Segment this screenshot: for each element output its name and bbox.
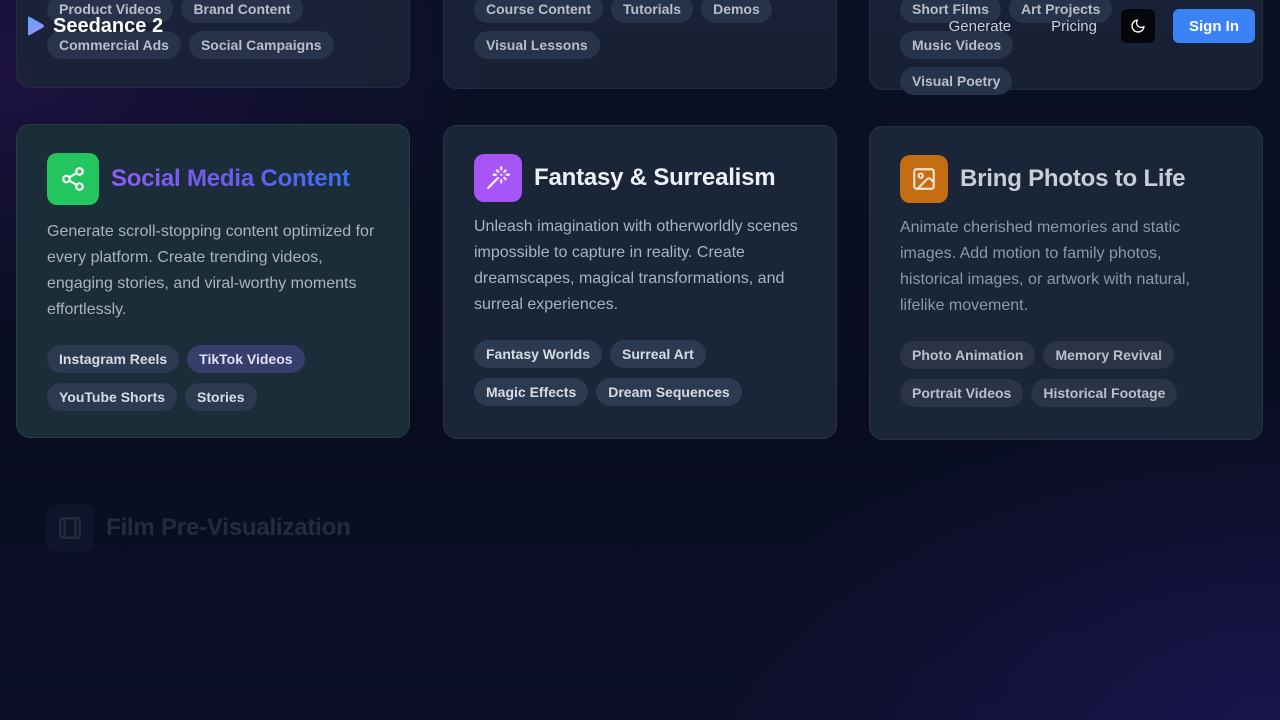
- use-case-card-photos: Bring Photos to Life Animate cherished m…: [869, 126, 1263, 440]
- tag-instagram-reels[interactable]: Instagram Reels: [47, 345, 180, 373]
- card-title: Bring Photos to Life: [960, 165, 1186, 192]
- nav-link-generate[interactable]: Generate: [949, 18, 1012, 35]
- sign-in-button[interactable]: Sign In: [1173, 9, 1255, 43]
- moon-icon: [1131, 19, 1145, 33]
- tag-memory-revival[interactable]: Memory Revival: [1043, 341, 1175, 369]
- logo-icon: [28, 16, 44, 36]
- use-case-card-film-previs: Film Pre-Visualization: [16, 476, 410, 720]
- magic-wand-icon: [487, 166, 510, 189]
- share-icon: [62, 167, 84, 191]
- tag-portrait-videos[interactable]: Portrait Videos: [900, 379, 1024, 407]
- tag-fantasy-worlds[interactable]: Fantasy Worlds: [474, 340, 602, 368]
- nav-link-pricing[interactable]: Pricing: [1051, 18, 1097, 35]
- tag-dream-sequences[interactable]: Dream Sequences: [596, 378, 742, 406]
- card-icon-box: [46, 504, 94, 552]
- card-icon-box: [474, 154, 522, 202]
- card-icon-box: [900, 155, 948, 203]
- tag-stories[interactable]: Stories: [185, 383, 257, 411]
- theme-toggle-button[interactable]: [1121, 9, 1155, 43]
- tag-photo-animation[interactable]: Photo Animation: [900, 341, 1036, 369]
- tag-tiktok-videos[interactable]: TikTok Videos: [187, 345, 305, 373]
- tag-historical-footage[interactable]: Historical Footage: [1031, 379, 1178, 407]
- tag[interactable]: Visual Poetry: [900, 67, 1013, 95]
- card-description: Generate scroll-stopping content optimiz…: [47, 223, 375, 318]
- card-description: Unleash imagination with otherworldly sc…: [474, 218, 798, 313]
- use-case-card-social-media: Social Media Content Generate scroll-sto…: [16, 124, 410, 438]
- card-icon-box: [47, 153, 99, 205]
- film-icon: [59, 517, 81, 539]
- tag-surreal-art[interactable]: Surreal Art: [610, 340, 706, 368]
- top-navbar: Seedance 2 Generate Pricing Sign In: [0, 0, 1280, 52]
- logo-text: Seedance 2: [53, 14, 164, 37]
- card-title: Film Pre-Visualization: [106, 514, 351, 541]
- image-icon: [913, 168, 935, 190]
- logo[interactable]: Seedance 2: [25, 15, 163, 38]
- card-title: Social Media Content: [111, 165, 350, 192]
- card-description: Animate cherished memories and static im…: [900, 219, 1190, 314]
- use-case-card-fantasy: Fantasy & Surrealism Unleash imagination…: [443, 125, 837, 439]
- tag-youtube-shorts[interactable]: YouTube Shorts: [47, 383, 178, 411]
- tag-magic-effects[interactable]: Magic Effects: [474, 378, 589, 406]
- card-title: Fantasy & Surrealism: [534, 164, 776, 191]
